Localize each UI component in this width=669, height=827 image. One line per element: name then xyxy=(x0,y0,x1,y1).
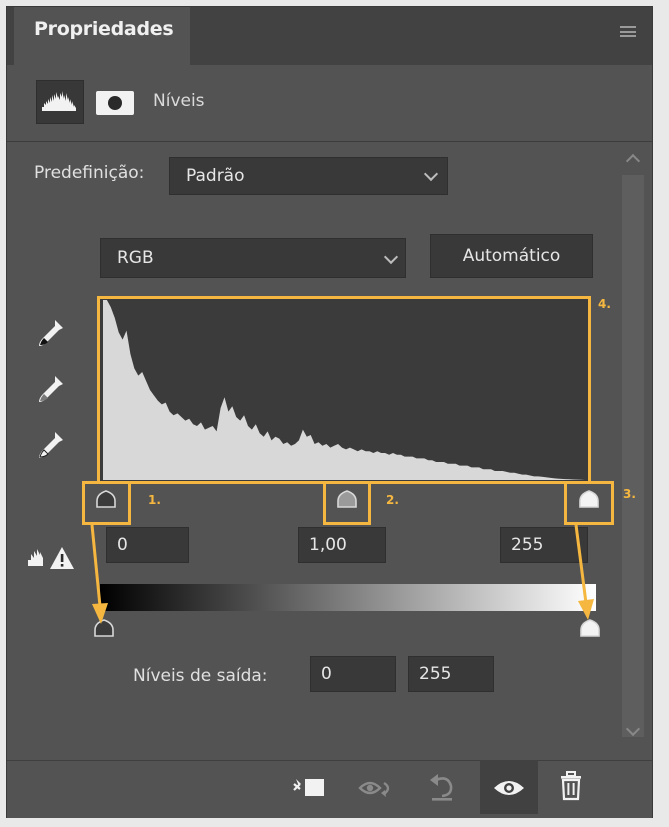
clip-to-layer-icon[interactable] xyxy=(292,775,328,801)
eye-icon xyxy=(494,781,524,795)
annotation-arrows xyxy=(90,524,594,624)
trash-icon[interactable] xyxy=(559,771,583,801)
output-levels-label: Níveis de saída: xyxy=(133,666,268,686)
output-white-field[interactable]: 255 xyxy=(408,656,494,692)
bottom-toolbar xyxy=(7,760,652,818)
output-black-field[interactable]: 0 xyxy=(310,656,396,692)
reset-icon[interactable] xyxy=(426,773,458,803)
view-previous-state-icon[interactable] xyxy=(358,776,398,800)
